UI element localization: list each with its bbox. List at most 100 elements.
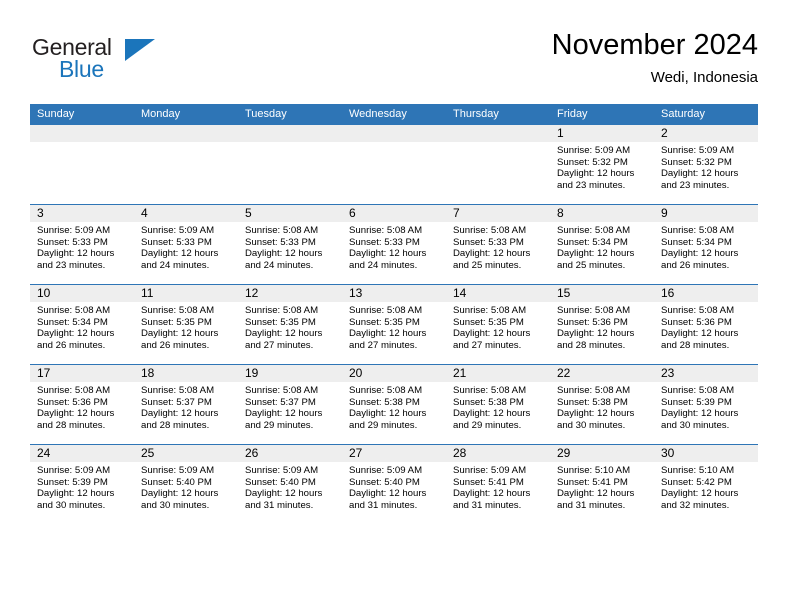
day-detail-line: Sunrise: 5:08 AM xyxy=(453,385,527,396)
calendar-day-cell[interactable]: 30 Sunrise: 5:10 AM Sunset: 5:42 PM Dayligh… xyxy=(654,444,758,524)
day-detail-line: Sunset: 5:33 PM xyxy=(245,236,316,248)
calendar-day-cell[interactable]: 1 Sunrise: 5:09 AM Sunset: 5:32 PM Daylight… xyxy=(550,125,654,205)
day-number: 27 xyxy=(342,445,446,462)
day-detail-line: Sunset: 5:38 PM xyxy=(453,396,524,408)
day-detail-line: Sunrise: 5:08 AM xyxy=(349,385,423,396)
calendar-day-cell[interactable]: 24 Sunrise: 5:09 AM Sunset: 5:39 PM Dayligh… xyxy=(30,444,134,524)
calendar-day-cell[interactable]: 25 Sunrise: 5:09 AM Sunset: 5:40 PM Dayligh… xyxy=(134,444,238,524)
calendar-day-cell[interactable]: 27 Sunrise: 5:09 AM Sunset: 5:40 PM Dayligh… xyxy=(342,444,446,524)
calendar-day-cell[interactable]: 26 Sunrise: 5:09 AM Sunset: 5:40 PM Dayligh… xyxy=(238,444,342,524)
day-detail-line: Daylight: 12 hours xyxy=(661,168,739,180)
calendar-day-cell[interactable]: 3 Sunrise: 5:09 AM Sunset: 5:33 PM Daylight… xyxy=(30,204,134,285)
day-number: 23 xyxy=(654,365,758,382)
day-sun-details: Sunrise: 5:09 AM Sunset: 5:39 PM Daylight:… xyxy=(30,462,134,511)
calendar-day-cell[interactable]: 11 Sunrise: 5:08 AM Sunset: 5:35 PM Dayligh… xyxy=(134,284,238,365)
day-detail-line: and 27 minutes. xyxy=(245,339,314,351)
calendar-day-cell[interactable]: 12 Sunrise: 5:08 AM Sunset: 5:35 PM Dayligh… xyxy=(238,284,342,365)
day-sun-details: Sunrise: 5:08 AM Sunset: 5:33 PM Daylight:… xyxy=(238,222,342,271)
day-detail-line: Daylight: 12 hours xyxy=(661,248,739,260)
calendar-cell-inner: 24 Sunrise: 5:09 AM Sunset: 5:39 PM Dayligh… xyxy=(30,445,134,524)
calendar-day-cell[interactable]: 28 Sunrise: 5:09 AM Sunset: 5:41 PM Dayligh… xyxy=(446,444,550,524)
day-detail-line: Daylight: 12 hours xyxy=(37,248,115,260)
calendar-cell-inner xyxy=(30,125,134,204)
calendar-day-cell[interactable]: 22 Sunrise: 5:08 AM Sunset: 5:38 PM Dayligh… xyxy=(550,364,654,445)
day-detail-line: Sunset: 5:32 PM xyxy=(661,156,732,168)
day-number: 20 xyxy=(342,365,446,382)
calendar-day-cell[interactable]: 7 Sunrise: 5:08 AM Sunset: 5:33 PM Daylight… xyxy=(446,204,550,285)
day-number: 17 xyxy=(30,365,134,382)
day-sun-details: Sunrise: 5:08 AM Sunset: 5:35 PM Daylight:… xyxy=(134,302,238,351)
day-detail-line: and 31 minutes. xyxy=(349,499,418,511)
day-detail-line: and 26 minutes. xyxy=(661,259,730,271)
calendar-day-cell[interactable]: 10 Sunrise: 5:08 AM Sunset: 5:34 PM Dayligh… xyxy=(30,284,134,365)
day-number: 8 xyxy=(550,205,654,222)
page-header: General Blue November 2024 Wedi, Indones… xyxy=(30,28,758,98)
day-number: 2 xyxy=(654,125,758,142)
day-detail-line: Sunset: 5:42 PM xyxy=(661,476,732,488)
calendar-day-cell[interactable]: 21 Sunrise: 5:08 AM Sunset: 5:38 PM Dayligh… xyxy=(446,364,550,445)
day-detail-line: Sunrise: 5:08 AM xyxy=(661,305,735,316)
day-number: 13 xyxy=(342,285,446,302)
calendar-day-cell[interactable]: 6 Sunrise: 5:08 AM Sunset: 5:33 PM Daylight… xyxy=(342,204,446,285)
day-sun-details: Sunrise: 5:09 AM Sunset: 5:32 PM Daylight:… xyxy=(654,142,758,191)
calendar-day-cell[interactable]: 5 Sunrise: 5:08 AM Sunset: 5:33 PM Daylight… xyxy=(238,204,342,285)
day-detail-line: Daylight: 12 hours xyxy=(661,328,739,340)
calendar-day-cell[interactable]: 29 Sunrise: 5:10 AM Sunset: 5:41 PM Dayligh… xyxy=(550,444,654,524)
calendar-cell-inner: 28 Sunrise: 5:09 AM Sunset: 5:41 PM Dayligh… xyxy=(446,445,550,524)
calendar-day-cell[interactable]: 2 Sunrise: 5:09 AM Sunset: 5:32 PM Daylight… xyxy=(654,125,758,205)
day-number: 16 xyxy=(654,285,758,302)
calendar-day-cell[interactable]: 23 Sunrise: 5:08 AM Sunset: 5:39 PM Dayligh… xyxy=(654,364,758,445)
day-detail-line: and 31 minutes. xyxy=(453,499,522,511)
day-detail-line: Sunset: 5:35 PM xyxy=(349,316,420,328)
day-sun-details: Sunrise: 5:09 AM Sunset: 5:40 PM Daylight:… xyxy=(342,462,446,511)
day-sun-details: Sunrise: 5:08 AM Sunset: 5:38 PM Daylight:… xyxy=(446,382,550,431)
day-detail-line: and 30 minutes. xyxy=(661,419,730,431)
calendar-day-cell[interactable]: 15 Sunrise: 5:08 AM Sunset: 5:36 PM Dayligh… xyxy=(550,284,654,365)
day-number: 30 xyxy=(654,445,758,462)
day-number: 15 xyxy=(550,285,654,302)
day-detail-line: Sunrise: 5:08 AM xyxy=(349,225,423,236)
logo-text-blue: Blue xyxy=(59,56,104,82)
calendar-day-cell[interactable]: 18 Sunrise: 5:08 AM Sunset: 5:37 PM Dayligh… xyxy=(134,364,238,445)
calendar-day-cell[interactable]: 19 Sunrise: 5:08 AM Sunset: 5:37 PM Dayligh… xyxy=(238,364,342,445)
day-sun-details: Sunrise: 5:08 AM Sunset: 5:38 PM Daylight:… xyxy=(342,382,446,431)
calendar-cell-inner: 20 Sunrise: 5:08 AM Sunset: 5:38 PM Dayligh… xyxy=(342,365,446,444)
day-detail-line: Daylight: 12 hours xyxy=(37,408,115,420)
day-number: 25 xyxy=(134,445,238,462)
day-number: 1 xyxy=(550,125,654,142)
calendar-day-cell[interactable]: 17 Sunrise: 5:08 AM Sunset: 5:36 PM Dayligh… xyxy=(30,364,134,445)
day-detail-line: Sunset: 5:35 PM xyxy=(245,316,316,328)
calendar-cell-inner: 19 Sunrise: 5:08 AM Sunset: 5:37 PM Dayligh… xyxy=(238,365,342,444)
calendar-day-cell[interactable]: 8 Sunrise: 5:08 AM Sunset: 5:34 PM Daylight… xyxy=(550,204,654,285)
day-detail-line: Sunrise: 5:09 AM xyxy=(661,145,735,156)
calendar-day-cell[interactable]: 9 Sunrise: 5:08 AM Sunset: 5:34 PM Daylight… xyxy=(654,204,758,285)
calendar-day-cell[interactable]: 4 Sunrise: 5:09 AM Sunset: 5:33 PM Daylight… xyxy=(134,204,238,285)
day-number: 3 xyxy=(30,205,134,222)
calendar-day-cell[interactable]: 20 Sunrise: 5:08 AM Sunset: 5:38 PM Dayligh… xyxy=(342,364,446,445)
calendar-cell-inner: 12 Sunrise: 5:08 AM Sunset: 5:35 PM Dayligh… xyxy=(238,285,342,364)
day-sun-details: Sunrise: 5:09 AM Sunset: 5:40 PM Daylight:… xyxy=(134,462,238,511)
day-detail-line: Sunset: 5:35 PM xyxy=(453,316,524,328)
general-blue-logo[interactable]: General Blue xyxy=(30,34,180,90)
day-detail-line: Sunrise: 5:09 AM xyxy=(37,225,111,236)
day-detail-line: Sunset: 5:36 PM xyxy=(37,396,108,408)
day-sun-details: Sunrise: 5:08 AM Sunset: 5:34 PM Daylight:… xyxy=(654,222,758,271)
day-sun-details: Sunrise: 5:09 AM Sunset: 5:32 PM Daylight:… xyxy=(550,142,654,191)
day-sun-details: Sunrise: 5:08 AM Sunset: 5:35 PM Daylight:… xyxy=(446,302,550,351)
weekday-header-row: Sunday Monday Tuesday Wednesday Thursday… xyxy=(30,104,758,125)
day-detail-line: Sunrise: 5:08 AM xyxy=(453,225,527,236)
day-detail-line: Sunset: 5:34 PM xyxy=(37,316,108,328)
day-detail-line: Daylight: 12 hours xyxy=(349,248,427,260)
day-number xyxy=(134,125,238,142)
day-detail-line: Sunrise: 5:09 AM xyxy=(557,145,631,156)
day-number: 26 xyxy=(238,445,342,462)
calendar-day-cell[interactable]: 14 Sunrise: 5:08 AM Sunset: 5:35 PM Dayligh… xyxy=(446,284,550,365)
day-detail-line: and 29 minutes. xyxy=(349,419,418,431)
calendar-day-cell[interactable]: 13 Sunrise: 5:08 AM Sunset: 5:35 PM Dayligh… xyxy=(342,284,446,365)
day-detail-line: and 23 minutes. xyxy=(661,179,730,191)
calendar-page: General Blue November 2024 Wedi, Indones… xyxy=(0,0,792,612)
day-number: 24 xyxy=(30,445,134,462)
day-detail-line: Daylight: 12 hours xyxy=(557,328,635,340)
calendar-day-cell[interactable]: 16 Sunrise: 5:08 AM Sunset: 5:36 PM Dayligh… xyxy=(654,284,758,365)
calendar-cell-inner: 1 Sunrise: 5:09 AM Sunset: 5:32 PM Daylight… xyxy=(550,125,654,204)
